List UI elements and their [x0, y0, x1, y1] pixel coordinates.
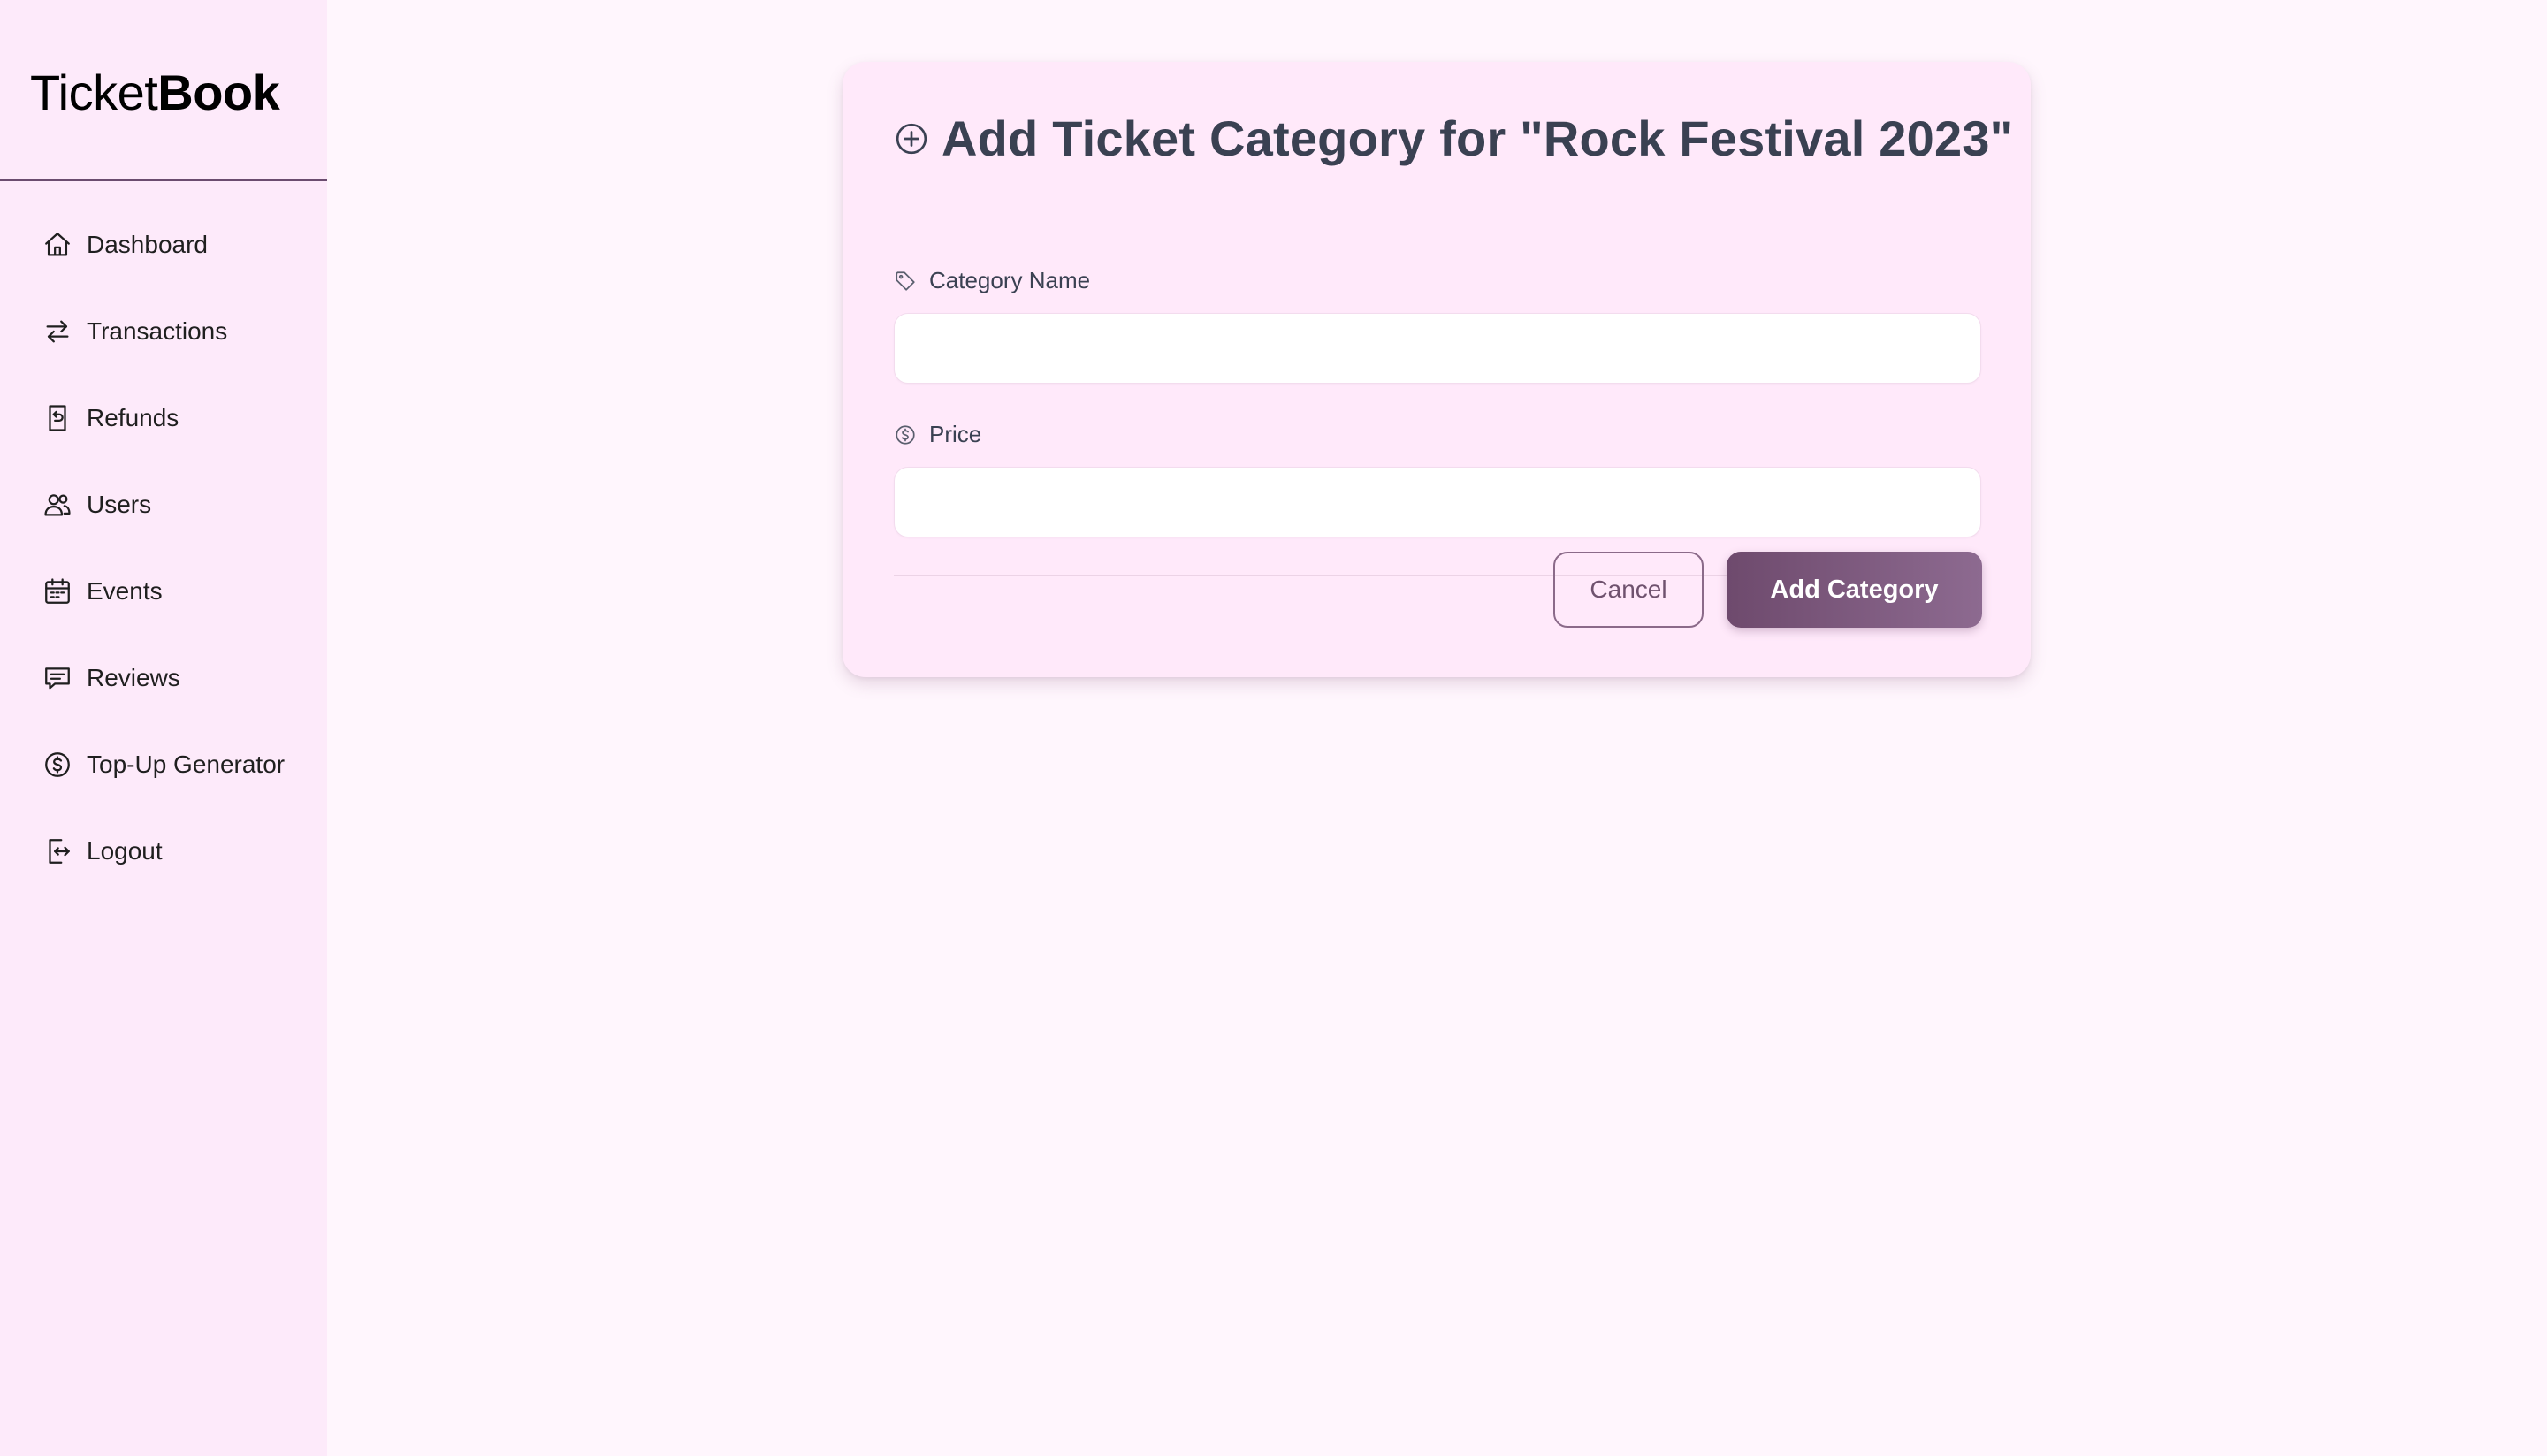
arrows-exchange-icon: [42, 316, 72, 347]
logout-icon: [42, 836, 72, 866]
sidebar-item-events[interactable]: Events: [0, 548, 327, 635]
sidebar-item-transactions[interactable]: Transactions: [0, 288, 327, 375]
sidebar-item-label: Reviews: [87, 664, 180, 691]
add-ticket-category-card: Add Ticket Category for "Rock Festival 2…: [843, 62, 2031, 677]
home-icon: [42, 230, 72, 260]
sidebar-nav: Dashboard Transactions Refunds Users Eve…: [0, 202, 327, 895]
category-name-label: Category Name: [894, 267, 1090, 294]
sidebar-divider: [0, 179, 327, 181]
price-label: Price: [894, 421, 981, 448]
price-input[interactable]: [894, 467, 1981, 537]
sidebar: TicketBook Dashboard Transactions Refund…: [0, 0, 327, 1456]
dollar-circle-icon: [42, 750, 72, 780]
page-title-text: Add Ticket Category for "Rock Festival 2…: [942, 111, 2014, 166]
sidebar-item-logout[interactable]: Logout: [0, 808, 327, 895]
sidebar-item-label: Logout: [87, 837, 163, 865]
sidebar-item-users[interactable]: Users: [0, 461, 327, 548]
sidebar-item-label: Top-Up Generator: [87, 751, 286, 778]
sidebar-item-label: Events: [87, 577, 163, 605]
message-icon: [42, 663, 72, 693]
users-icon: [42, 490, 72, 520]
sidebar-item-reviews[interactable]: Reviews: [0, 635, 327, 721]
plus-circle-icon: [894, 121, 929, 156]
page-title: Add Ticket Category for "Rock Festival 2…: [894, 110, 2013, 167]
sidebar-item-dashboard[interactable]: Dashboard: [0, 202, 327, 288]
brand-regular: Ticket: [30, 65, 158, 120]
app-root: TicketBook Dashboard Transactions Refund…: [0, 0, 2547, 1456]
cancel-button[interactable]: Cancel: [1553, 552, 1704, 628]
sidebar-item-label: Dashboard: [87, 231, 208, 258]
sidebar-item-label: Refunds: [87, 404, 179, 431]
sidebar-item-label: Transactions: [87, 317, 228, 345]
sidebar-item-top-up-generator[interactable]: Top-Up Generator: [0, 721, 327, 808]
sidebar-item-label: Users: [87, 491, 152, 518]
category-name-label-text: Category Name: [929, 267, 1091, 293]
category-name-input[interactable]: [894, 313, 1981, 384]
add-category-button[interactable]: Add Category: [1727, 552, 1982, 628]
tag-icon: [894, 270, 917, 293]
brand-bold: Book: [157, 65, 280, 120]
sidebar-item-refunds[interactable]: Refunds: [0, 375, 327, 461]
price-label-text: Price: [929, 421, 982, 447]
receipt-refund-icon: [42, 403, 72, 433]
calendar-icon: [42, 576, 72, 606]
brand-logo[interactable]: TicketBook: [30, 64, 280, 121]
dollar-circle-icon: [894, 423, 917, 446]
